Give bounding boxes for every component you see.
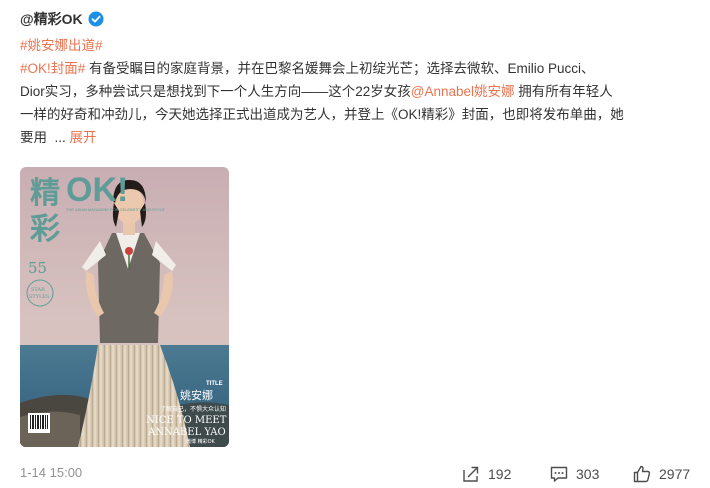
masthead-tagline: THE ASIAN MAGAZINE FOR CELEBRITY AND STY…: [66, 207, 165, 212]
post-footer: 1-14 15:00 192 303 2977: [0, 460, 710, 488]
expand-link[interactable]: 展开: [70, 130, 97, 145]
masthead-cn-1: 精: [30, 176, 60, 211]
cover-sub-cn: 了解自己，不惧大众认知: [160, 405, 226, 413]
post-text-segment: 一样的好奇和冲劲儿，今天她选择正式出道成为艺人，并登上《OK!精彩》封面，也即将…: [20, 107, 624, 122]
barcode: [28, 413, 50, 433]
post-image-magazine-cover[interactable]: 精 彩 OK! THE ASIAN MAGAZINE FOR CELEBRITY…: [20, 167, 229, 447]
text-line-4: 要用 ... 展开: [20, 126, 696, 149]
text-line-2: Dior实习，多种尝试只是想找到下一个人生方向——这个22岁女孩@Annabel…: [20, 80, 696, 103]
repost-count: 192: [488, 466, 512, 482]
post-timestamp[interactable]: 1-14 15:00: [20, 465, 82, 480]
mention-link[interactable]: @Annabel姚安娜: [411, 84, 515, 99]
cover-name-cn: 姚安娜: [180, 388, 213, 402]
text-line-3: 一样的好奇和冲劲儿，今天她选择正式出道成为艺人，并登上《OK!精彩》封面，也即将…: [20, 103, 696, 126]
cover-headline-2: ANNABEL YAO: [147, 427, 226, 438]
badge-line-1: STAR: [31, 287, 45, 293]
badge-line-2: STYLES: [29, 294, 50, 300]
post-text-segment: 要用 ...: [20, 130, 70, 145]
topic-link[interactable]: #姚安娜出道#: [20, 38, 103, 53]
post-header: @精彩OK: [20, 8, 104, 30]
masthead-cn-2: 彩: [30, 212, 60, 247]
cover-label: TITLE: [206, 381, 223, 387]
like-count: 2977: [659, 466, 691, 482]
post-text: #姚安娜出道# #OK!封面# 有备受瞩目的家庭背景，并在巴黎名媛舞会上初绽光芒…: [20, 34, 696, 149]
repost-icon: [463, 466, 479, 482]
text-line-topic: #姚安娜出道#: [20, 34, 696, 57]
cover-headline-1: NICE TO MEET: [146, 415, 227, 426]
post-text-segment: 有备受瞩目的家庭背景，并在巴黎名媛舞会上初绽光芒；选择去微软、Emilio Pu…: [85, 61, 595, 76]
verified-badge-icon: [88, 11, 104, 27]
like-button[interactable]: 2977: [632, 460, 690, 488]
like-icon: [633, 465, 651, 483]
comment-icon: [550, 466, 568, 482]
cover-illustration: 精 彩 OK! THE ASIAN MAGAZINE FOR CELEBRITY…: [20, 167, 229, 447]
post-text-segment: 拥有所有年轻人: [514, 84, 613, 99]
comment-button[interactable]: 303: [549, 460, 599, 488]
author-name[interactable]: @精彩OK: [20, 9, 83, 29]
cover-watermark: 微博 精彩OK: [186, 438, 216, 445]
masthead-logo: OK!: [66, 171, 128, 209]
repost-button[interactable]: 192: [461, 460, 511, 488]
issue-number: 55: [28, 259, 47, 277]
post-text-segment: Dior实习，多种尝试只是想找到下一个人生方向——这个22岁女孩: [20, 84, 411, 99]
comment-count: 303: [576, 466, 600, 482]
text-line-1: #OK!封面# 有备受瞩目的家庭背景，并在巴黎名媛舞会上初绽光芒；选择去微软、E…: [20, 57, 696, 80]
hashtag-link[interactable]: #OK!封面#: [20, 61, 85, 76]
